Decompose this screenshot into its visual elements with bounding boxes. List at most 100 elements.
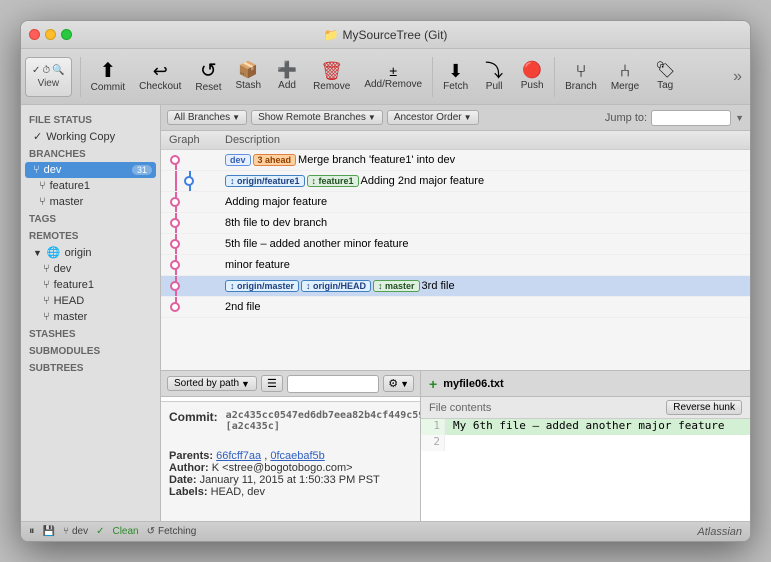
statusbar: ⏸ 💾 ⑂ dev ✓ Clean ↺ Fetching Atlassian xyxy=(21,521,750,541)
sidebar-item-branch-dev[interactable]: ⑂ dev 31 xyxy=(25,162,156,178)
all-branches-label: All Branches xyxy=(174,112,230,123)
view-button[interactable]: ✓ ⏱ 🔍 View xyxy=(25,57,72,97)
push-icon: 🔴 xyxy=(522,63,542,79)
graph-row[interactable]: dev 3 ahead Merge branch 'feature1' into… xyxy=(161,150,750,171)
show-remote-button[interactable]: Show Remote Branches ▼ xyxy=(251,110,383,125)
view-label: View xyxy=(38,78,60,89)
traffic-lights xyxy=(29,29,72,40)
diff-content-header: File contents Reverse hunk xyxy=(421,397,750,419)
labels-label: Labels: xyxy=(169,486,211,498)
diff-line: 2 xyxy=(421,435,750,451)
sort-button[interactable]: Sorted by path ▼ xyxy=(167,376,257,391)
folder-icon: 📁 xyxy=(324,28,339,42)
minimize-button[interactable] xyxy=(45,29,56,40)
working-copy-icon: ✓ xyxy=(33,130,42,143)
checkout-button[interactable]: ↩ Checkout xyxy=(133,59,187,95)
graph-row[interactable]: minor feature xyxy=(161,255,750,276)
jump-to-input[interactable] xyxy=(651,110,731,126)
line-content-1: My 6th file – added another major featur… xyxy=(445,419,750,435)
graph-row[interactable]: Adding major feature xyxy=(161,192,750,213)
list-view-button[interactable]: ☰ xyxy=(261,375,283,392)
status-fetching: ↺ Fetching xyxy=(147,526,197,537)
settings-button[interactable]: ⚙ ▼ xyxy=(383,375,414,392)
overflow-button[interactable]: » xyxy=(729,64,746,90)
sort-label: Sorted by path xyxy=(174,378,239,389)
reset-button[interactable]: ↺ Reset xyxy=(189,58,227,96)
gear-icon: ⚙ xyxy=(388,377,398,390)
sidebar-item-remote-head[interactable]: ⑂ HEAD xyxy=(21,293,160,309)
atlassian-logo: Atlassian xyxy=(697,526,742,538)
branch-label: Branch xyxy=(565,81,597,92)
parent2-link[interactable]: 0fcaebaf5b xyxy=(270,450,324,462)
commit-info: Commit: a2c435cc0547ed6db7eea82b4cf449c5… xyxy=(161,401,420,521)
parent1-link[interactable]: 66fcff7aa xyxy=(216,450,261,462)
sidebar-item-remote-master[interactable]: ⑂ master xyxy=(21,309,160,325)
add-remove-button[interactable]: ± Add/Remove xyxy=(358,61,428,93)
add-remove-icon: ± xyxy=(389,64,397,78)
merge-button[interactable]: ⑃ Merge xyxy=(605,59,645,95)
sidebar-item-remote-feature1[interactable]: ⑂ feature1 xyxy=(21,277,160,293)
graph-desc-8: 2nd file xyxy=(221,299,750,315)
graph-row[interactable]: ↕ origin/feature1 ↕ feature1 Adding 2nd … xyxy=(161,171,750,192)
all-branches-button[interactable]: All Branches ▼ xyxy=(167,110,247,125)
pull-button[interactable]: ⤵ Pull xyxy=(476,59,512,95)
reset-label: Reset xyxy=(195,82,221,93)
diff-header: + myfile06.txt xyxy=(421,371,750,397)
stashes-section-label: STASHES xyxy=(21,325,160,342)
working-copy-label: Working Copy xyxy=(46,131,115,143)
push-label: Push xyxy=(521,80,544,91)
all-branches-arrow-icon: ▼ xyxy=(232,113,240,122)
date-line: Date: January 11, 2015 at 1:50:33 PM PST xyxy=(169,474,412,486)
graph-row[interactable]: 8th file to dev branch xyxy=(161,213,750,234)
sidebar-item-branch-feature1[interactable]: ⑂ feature1 xyxy=(21,178,160,194)
remove-label: Remove xyxy=(313,81,350,92)
branch-master-icon: ⑂ xyxy=(39,196,46,208)
tag-button[interactable]: 🏷 Tag xyxy=(647,60,683,94)
graph-commit-msg-1: Merge branch 'feature1' into dev xyxy=(298,154,455,166)
show-remote-arrow-icon: ▼ xyxy=(368,113,376,122)
settings-arrow-icon: ▼ xyxy=(400,379,409,389)
fetch-label: Fetch xyxy=(443,81,468,92)
branch-button[interactable]: ⑂ Branch xyxy=(559,59,603,95)
magnify-icon: 🔍 xyxy=(52,65,64,76)
add-button[interactable]: ➕ Add xyxy=(269,60,305,94)
graph-vis-4 xyxy=(161,213,221,233)
stash-button[interactable]: 📦 Stash xyxy=(229,60,267,94)
sidebar-item-remotes-origin[interactable]: ▼ 🌐 origin xyxy=(21,244,160,261)
push-button[interactable]: 🔴 Push xyxy=(514,60,550,94)
checkout-icon: ↩ xyxy=(153,62,168,80)
toolbar-separator-1 xyxy=(80,57,81,97)
branch-master-label: master xyxy=(50,196,84,208)
sidebar-item-remote-dev[interactable]: ⑂ dev xyxy=(21,261,160,277)
sidebar-item-branch-master[interactable]: ⑂ master xyxy=(21,194,160,210)
add-icon: ➕ xyxy=(277,63,297,79)
branch-icon: ⑂ xyxy=(576,62,587,80)
graph-row[interactable]: 2nd file xyxy=(161,297,750,318)
close-button[interactable] xyxy=(29,29,40,40)
file-search-input[interactable] xyxy=(287,375,379,393)
fetch-button[interactable]: ⬇ Fetch xyxy=(437,59,474,95)
add-label: Add xyxy=(278,80,296,91)
jump-arrow-icon: ▼ xyxy=(735,113,744,123)
maximize-button[interactable] xyxy=(61,29,72,40)
ancestor-order-label: Ancestor Order xyxy=(394,112,462,123)
branches-section-label: BRANCHES xyxy=(21,145,160,162)
toolbar: ✓ ⏱ 🔍 View ⬆ Commit ↩ Checkout ↺ Reset 📦 xyxy=(21,49,750,105)
branch-dev-badge: 31 xyxy=(132,165,152,175)
spinner-icon: ↺ xyxy=(147,526,155,537)
line-number-2: 2 xyxy=(421,435,445,451)
fetch-icon: ⬇ xyxy=(448,62,463,80)
pull-label: Pull xyxy=(486,81,503,92)
graph-row[interactable]: ↕ origin/master ↕ origin/HEAD ↕ master 3… xyxy=(161,276,750,297)
ancestor-order-button[interactable]: Ancestor Order ▼ xyxy=(387,110,479,125)
commit-button[interactable]: ⬆ Commit xyxy=(85,58,131,96)
reverse-hunk-button[interactable]: Reverse hunk xyxy=(666,400,742,415)
graph-row[interactable]: 5th file – added another minor feature xyxy=(161,234,750,255)
branch-feature1-icon: ⑂ xyxy=(39,180,46,192)
tag-feature1-badge: ↕ feature1 xyxy=(307,175,359,187)
main-window: 📁 MySourceTree (Git) ✓ ⏱ 🔍 View ⬆ Commit… xyxy=(20,20,751,542)
sidebar-item-working-copy[interactable]: ✓ Working Copy xyxy=(21,128,160,145)
graph-desc-1: dev 3 ahead Merge branch 'feature1' into… xyxy=(221,152,750,168)
bottom-split: Sorted by path ▼ ☰ ⚙ ▼ xyxy=(161,371,750,521)
remove-button[interactable]: 🗑 Remove xyxy=(307,59,356,95)
